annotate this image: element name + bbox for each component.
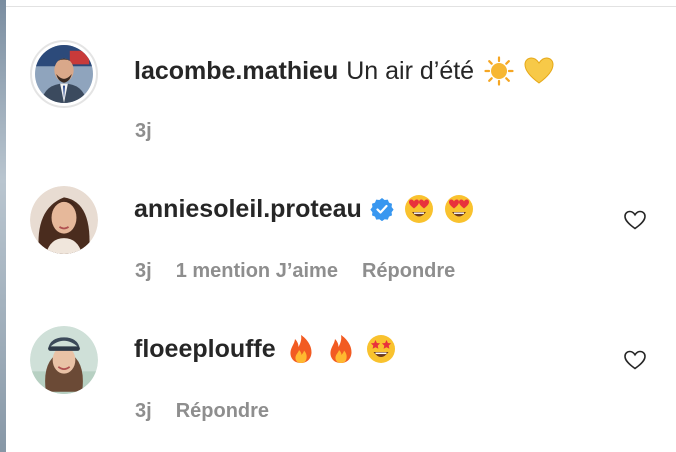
star-struck-emoji-icon xyxy=(366,334,396,364)
verified-badge-icon xyxy=(370,197,394,221)
reply-button[interactable]: Répondre xyxy=(362,260,455,283)
avatar[interactable] xyxy=(30,40,98,108)
reply-button[interactable]: Répondre xyxy=(176,400,269,423)
comment-text-line: anniesoleil.proteau xyxy=(134,192,474,226)
fire-emoji-icon xyxy=(326,334,356,364)
comment-text: Un air d’été xyxy=(346,57,475,85)
comment-meta: 3j xyxy=(135,120,152,143)
comment-username[interactable]: lacombe.mathieu xyxy=(134,54,338,88)
yellow-heart-emoji-icon xyxy=(524,56,554,86)
likes-count[interactable]: 1 mention J’aime xyxy=(176,260,338,283)
sun-emoji-icon xyxy=(484,56,514,86)
comment-username[interactable]: anniesoleil.proteau xyxy=(134,192,362,226)
avatar[interactable] xyxy=(30,326,98,394)
like-heart-icon[interactable] xyxy=(623,348,647,372)
comment-username[interactable]: floeeplouffe xyxy=(134,332,276,366)
comment-timestamp[interactable]: 3j xyxy=(135,400,152,423)
fire-emoji-icon xyxy=(286,334,316,364)
comment-text-line: floeeplouffe xyxy=(134,332,396,366)
comment-timestamp[interactable]: 3j xyxy=(135,260,152,283)
heart-eyes-emoji-icon xyxy=(444,194,474,224)
comment-text-line: lacombe.mathieu Un air d’été xyxy=(134,54,554,88)
comment-meta: 3j Répondre xyxy=(135,400,269,423)
divider xyxy=(6,6,676,7)
comment-meta: 3j 1 mention J’aime Répondre xyxy=(135,260,455,283)
avatar[interactable] xyxy=(30,186,98,254)
comment-timestamp[interactable]: 3j xyxy=(135,120,152,143)
window-edge xyxy=(0,0,6,452)
like-heart-icon[interactable] xyxy=(623,208,647,232)
heart-eyes-emoji-icon xyxy=(404,194,434,224)
